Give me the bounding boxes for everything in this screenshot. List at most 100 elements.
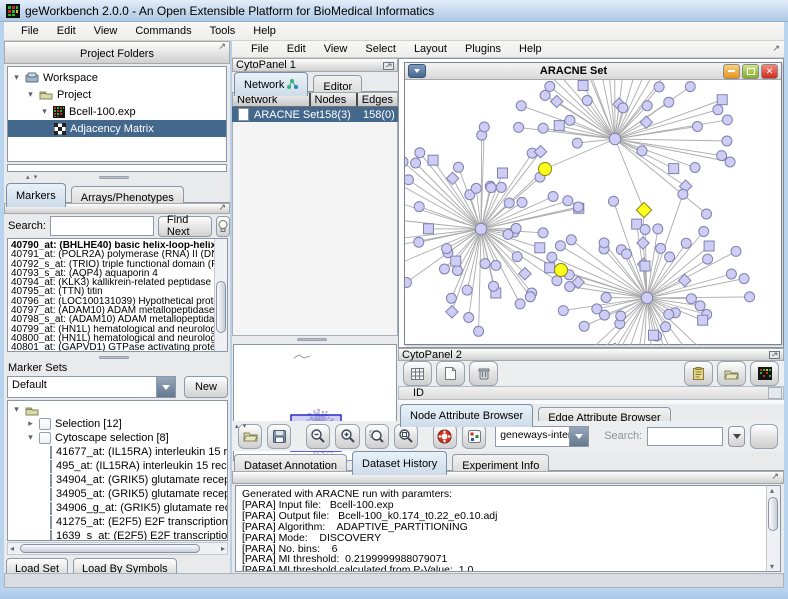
float-panel-icon[interactable]: ↗ <box>218 43 226 52</box>
marker-item[interactable]: 40797_at: (ADAM10) ADAM metallopeptidase… <box>8 306 214 315</box>
menu-commands[interactable]: Commands <box>126 23 200 39</box>
tree-node-dataset[interactable]: ▾ Bcell-100.exp <box>8 103 226 120</box>
splitter-grip[interactable] <box>297 338 327 341</box>
marker-item[interactable]: 40790_at: (BHLHE40) basic helix-loop-hel… <box>8 241 214 250</box>
sets-root-row[interactable]: ▾ <box>8 403 227 417</box>
network-graph[interactable] <box>405 80 781 345</box>
scrollbar-thumb[interactable] <box>768 497 778 531</box>
splitter-arrows-icon[interactable]: ▴ ▾ <box>26 173 38 181</box>
set-item[interactable]: 41677_at: (IL15RA) interleukin 15 recept… <box>8 445 227 459</box>
set-item[interactable]: 1639_s_at: (E2F5) E2F transcription fact… <box>8 529 227 540</box>
search-options-button[interactable] <box>728 425 745 447</box>
set-item[interactable]: 495_at: (IL15RA) interleukin 15 receptor… <box>8 459 227 473</box>
marker-sets-tree[interactable]: ▾ ▸ Selection [12] ▾ Cytoscape selection… <box>7 400 228 541</box>
marker-item[interactable]: 40795_at: (TTN) titin <box>8 287 214 296</box>
float-panel-icon[interactable]: ↗ <box>771 473 779 482</box>
cyto-menu-layout[interactable]: Layout <box>405 41 456 57</box>
splitter-arrows-icon[interactable]: ▴ ▾ <box>235 422 247 430</box>
sets-hscrollbar[interactable]: ◂ ▸ <box>7 542 228 555</box>
set-item[interactable]: 41275_at: (E2F5) E2F transcription facto… <box>8 515 227 529</box>
scrollbar-stub[interactable] <box>768 387 782 399</box>
float-panel-icon[interactable]: ↗ <box>218 204 226 213</box>
new-set-button[interactable]: New <box>184 376 228 398</box>
network-table-row[interactable]: ARACNE Set 158(3) 158(0) <box>232 107 398 122</box>
close-button[interactable]: ✕ <box>761 63 778 79</box>
menu-file[interactable]: File <box>12 23 48 39</box>
scroll-down-icon[interactable]: ▾ <box>770 562 774 571</box>
marker-list-scrollbar[interactable] <box>214 239 227 351</box>
expander-icon[interactable]: ▾ <box>26 433 35 443</box>
import-attributes-button[interactable] <box>684 361 713 386</box>
tree-node-workspace[interactable]: ▾ Workspace <box>8 69 226 86</box>
marker-item[interactable]: 40798_s_at: (ADAM10) ADAM metallopeptida… <box>8 315 214 324</box>
tab-markers[interactable]: Markers <box>6 183 66 207</box>
combo-drop-button[interactable] <box>156 377 175 397</box>
cyto-search-input[interactable] <box>647 426 724 446</box>
expander-icon[interactable]: ▾ <box>12 405 21 415</box>
network-window[interactable]: ARACNE Set ✕ <box>404 62 782 345</box>
minimize-button[interactable] <box>723 63 740 79</box>
splitter-horizontal[interactable] <box>4 353 230 362</box>
float-window-icon[interactable] <box>383 61 394 70</box>
checkbox[interactable] <box>39 432 51 444</box>
dataset-history-text[interactable]: Generated with ARACNE run with paramters… <box>235 485 781 572</box>
set-item[interactable]: 34906_g_at: (GRIK5) glutamate receptor, … <box>8 501 227 515</box>
history-scrollbar[interactable]: ▴ ▾ <box>766 486 780 571</box>
tree-node-adjacency-matrix[interactable]: Adjacency Matrix <box>8 120 226 137</box>
find-next-button[interactable]: Find Next <box>157 214 212 238</box>
scrollbar-thumb[interactable] <box>216 281 226 333</box>
cyto-menu-file[interactable]: File <box>242 41 278 57</box>
column-edges[interactable]: Edges <box>358 93 397 106</box>
tab-dataset-history[interactable]: Dataset History <box>352 451 448 475</box>
partial-button[interactable] <box>749 423 778 449</box>
delete-attribute-button[interactable] <box>469 361 498 386</box>
annotation-button[interactable] <box>462 423 487 449</box>
tab-network[interactable]: Network <box>234 72 309 96</box>
expander-icon[interactable]: ▾ <box>26 90 35 100</box>
marker-item[interactable]: 40799_at: (HN1L) hematological and neuro… <box>8 325 214 334</box>
highlight-button[interactable] <box>215 215 230 237</box>
set-group-cytoscape[interactable]: ▾ Cytoscape selection [8] <box>8 431 227 445</box>
save-network-button[interactable] <box>267 423 292 449</box>
expander-icon[interactable]: ▾ <box>40 107 49 117</box>
set-group-selection[interactable]: ▸ Selection [12] <box>8 417 227 431</box>
menu-tools[interactable]: Tools <box>201 23 245 39</box>
zoom-fit-button[interactable] <box>393 423 418 449</box>
tree-node-project[interactable]: ▾ Project <box>8 86 226 103</box>
heatmap-view-button[interactable] <box>750 361 779 386</box>
float-window-icon[interactable] <box>769 350 780 359</box>
marker-item[interactable]: 40794_at: (KLK3) kallikrein-related pept… <box>8 278 214 287</box>
marker-list[interactable]: 40790_at: (BHLHE40) basic helix-loop-hel… <box>7 238 228 352</box>
marker-search-input[interactable] <box>49 216 154 236</box>
marker-item[interactable]: 40791_at: (POLR2A) polymerase (RNA) II (… <box>8 250 214 259</box>
splitter-grip[interactable] <box>99 356 129 359</box>
splitter-horizontal[interactable]: ▴ ▾ <box>4 173 230 183</box>
marker-set-combo[interactable]: Default <box>7 376 176 398</box>
network-window-titlebar[interactable]: ARACNE Set ✕ <box>405 63 781 80</box>
menu-help[interactable]: Help <box>244 23 285 39</box>
zoom-out-button[interactable] <box>306 423 331 449</box>
tab-node-attribute-browser[interactable]: Node Attribute Browser <box>400 404 534 427</box>
splitter-grip[interactable] <box>99 176 129 179</box>
cyto-menu-edit[interactable]: Edit <box>278 41 315 57</box>
cyto-menu-view[interactable]: View <box>315 41 357 57</box>
zoom-in-button[interactable] <box>335 423 360 449</box>
marker-item[interactable]: 40801_at: (GAPVD1) GTPase activating pro… <box>8 343 214 351</box>
menu-edit[interactable]: Edit <box>48 23 85 39</box>
attribute-table-button[interactable] <box>403 361 432 386</box>
expander-icon[interactable]: ▾ <box>12 73 21 83</box>
menu-view[interactable]: View <box>85 23 127 39</box>
set-item[interactable]: 34905_at: (GRIK5) glutamate receptor, io… <box>8 487 227 501</box>
marker-item[interactable]: 40792_s_at: (TRIO) triple functional dom… <box>8 260 214 269</box>
cyto-menu-plugins[interactable]: Plugins <box>456 41 510 57</box>
new-attribute-button[interactable] <box>436 361 465 386</box>
window-titlebar[interactable]: geWorkbench 2.0.0 - An Open Extensible P… <box>0 0 788 22</box>
frame-menu-button[interactable] <box>408 64 426 78</box>
scroll-right-icon[interactable]: ▸ <box>221 544 225 553</box>
marker-item[interactable]: 40800_at: (HN1L) hematological and neuro… <box>8 334 214 343</box>
scroll-left-icon[interactable]: ◂ <box>10 544 14 553</box>
cyto-menu-select[interactable]: Select <box>356 41 405 57</box>
marker-item[interactable]: 40793_s_at: (AQP4) aquaporin 4 <box>8 269 214 278</box>
set-item[interactable]: 34904_at: (GRIK5) glutamate receptor, io… <box>8 473 227 487</box>
cyto-menu-help[interactable]: Help <box>510 41 551 57</box>
